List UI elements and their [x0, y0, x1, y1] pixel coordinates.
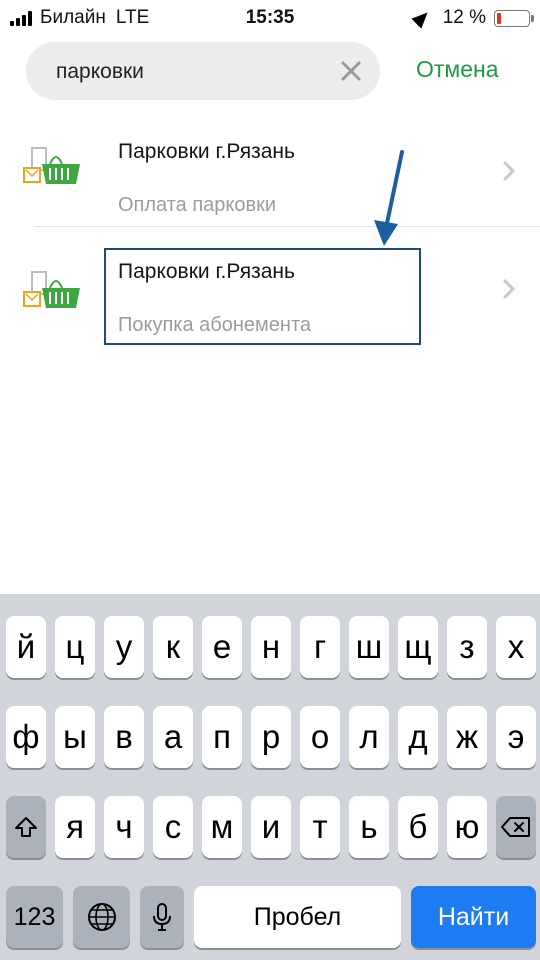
chevron-right-icon: [503, 279, 516, 299]
backspace-key[interactable]: [496, 796, 536, 858]
key[interactable]: о: [300, 706, 340, 768]
divider: [34, 226, 540, 227]
key[interactable]: а: [153, 706, 193, 768]
chevron-right-icon: [503, 161, 516, 181]
key[interactable]: ц: [55, 616, 95, 678]
key[interactable]: х: [496, 616, 536, 678]
globe-key[interactable]: [73, 886, 130, 948]
clear-icon[interactable]: [338, 58, 364, 84]
key[interactable]: с: [153, 796, 193, 858]
parking-cart-icon: [23, 147, 80, 184]
key[interactable]: и: [251, 796, 291, 858]
parking-cart-icon: [23, 271, 80, 308]
cancel-button[interactable]: Отмена: [416, 56, 499, 83]
pointer-arrow-icon: [374, 150, 404, 246]
key[interactable]: к: [153, 616, 193, 678]
battery-icon: [494, 9, 534, 27]
key[interactable]: ю: [447, 796, 487, 858]
battery-percent: 12 %: [442, 7, 486, 28]
result-subtitle: Оплата парковки: [118, 194, 277, 216]
key[interactable]: у: [104, 616, 144, 678]
shift-icon: [15, 817, 37, 837]
key[interactable]: й: [6, 616, 46, 678]
key[interactable]: п: [202, 706, 242, 768]
key[interactable]: я: [55, 796, 95, 858]
key[interactable]: б: [398, 796, 438, 858]
status-bar: Билайн LTE 15:35 12 %: [0, 0, 540, 36]
key[interactable]: з: [447, 616, 487, 678]
result-title: Парковки г.Рязань: [118, 140, 295, 163]
key[interactable]: ф: [6, 706, 46, 768]
location-icon: [411, 7, 433, 29]
globe-icon: [87, 903, 116, 931]
numbers-key[interactable]: 123: [6, 886, 63, 948]
space-key[interactable]: Пробел: [194, 886, 401, 948]
key[interactable]: в: [104, 706, 144, 768]
microphone-icon: [153, 903, 171, 931]
key[interactable]: ы: [55, 706, 95, 768]
key[interactable]: т: [300, 796, 340, 858]
key[interactable]: ч: [104, 796, 144, 858]
key[interactable]: е: [202, 616, 242, 678]
key[interactable]: л: [349, 706, 389, 768]
key[interactable]: ж: [447, 706, 487, 768]
key[interactable]: н: [251, 616, 291, 678]
key[interactable]: ш: [349, 616, 389, 678]
highlight-box: [104, 248, 421, 345]
search-bar[interactable]: [26, 42, 380, 102]
key[interactable]: м: [202, 796, 242, 858]
key[interactable]: ь: [349, 796, 389, 858]
key[interactable]: г: [300, 616, 340, 678]
dictation-key[interactable]: [140, 886, 184, 948]
list-item[interactable]: Парковки г.Рязань Оплата парковки: [0, 118, 540, 228]
backspace-icon: [501, 817, 530, 837]
search-go-button[interactable]: Найти: [411, 886, 536, 948]
keyboard: й ц у к е н г ш щ з х ф ы в а п р о л д …: [0, 594, 540, 960]
search-input[interactable]: [54, 42, 338, 102]
key[interactable]: э: [496, 706, 536, 768]
key[interactable]: д: [398, 706, 438, 768]
key[interactable]: щ: [398, 616, 438, 678]
shift-key[interactable]: [6, 796, 46, 858]
key[interactable]: р: [251, 706, 291, 768]
